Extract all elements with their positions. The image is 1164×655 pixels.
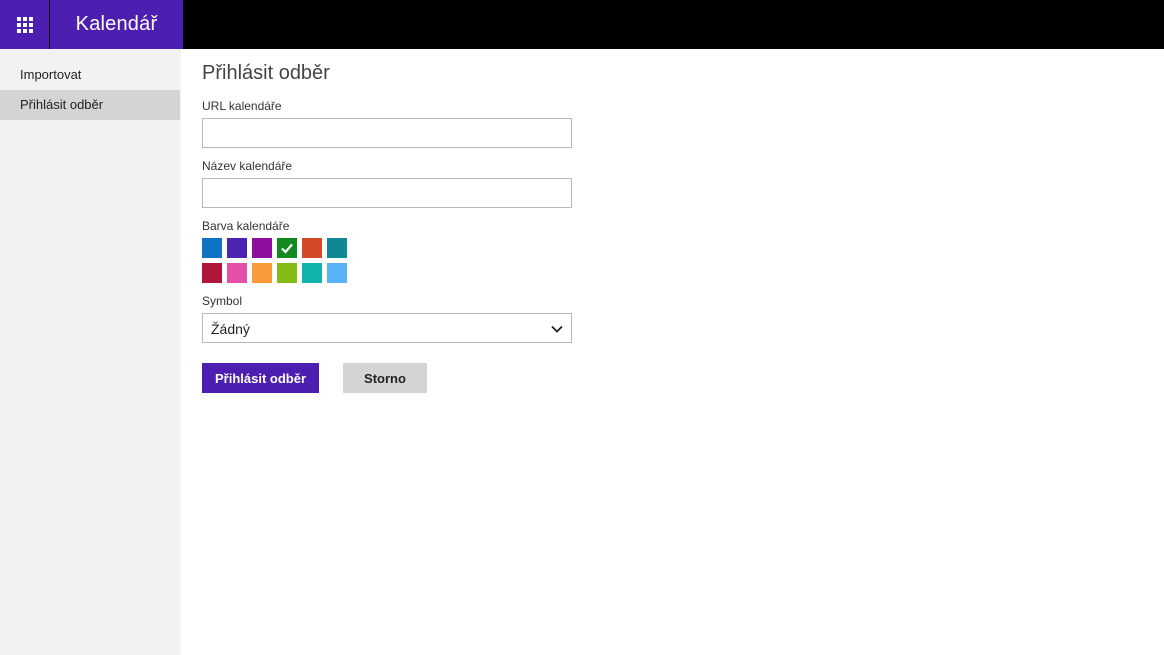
sidebar: Importovat Přihlásit odběr — [0, 49, 181, 655]
app-title: Kalendář — [75, 13, 158, 35]
color-swatch[interactable] — [252, 238, 272, 258]
subscribe-button[interactable]: Přihlásit odběr — [202, 363, 319, 393]
color-swatch[interactable] — [327, 263, 347, 283]
color-swatch[interactable] — [202, 263, 222, 283]
color-swatch[interactable] — [327, 238, 347, 258]
app-title-box[interactable]: Kalendář — [50, 0, 183, 49]
color-swatch[interactable] — [227, 263, 247, 283]
main-panel: Přihlásit odběr URL kalendáře Název kale… — [202, 49, 1142, 655]
page-title: Přihlásit odběr — [202, 62, 330, 84]
app-launcher-button[interactable] — [0, 0, 49, 49]
app-launcher-icon — [16, 16, 33, 33]
color-swatch[interactable] — [302, 263, 322, 283]
symbol-label: Symbol — [202, 294, 243, 308]
color-swatch[interactable] — [277, 238, 297, 258]
sidebar-item-import[interactable]: Importovat — [0, 60, 180, 90]
top-bar: Kalendář — [0, 0, 1164, 49]
symbol-selected-value: Žádný — [211, 321, 250, 337]
calendar-url-input[interactable] — [202, 118, 572, 148]
color-swatch[interactable] — [302, 238, 322, 258]
name-label: Název kalendáře — [202, 159, 293, 173]
url-label: URL kalendáře — [202, 99, 282, 113]
chevron-down-icon — [551, 325, 563, 333]
color-swatch[interactable] — [252, 263, 272, 283]
color-swatch[interactable] — [277, 263, 297, 283]
color-swatch[interactable] — [227, 238, 247, 258]
checkmark-icon — [281, 243, 293, 254]
cancel-button[interactable]: Storno — [343, 363, 427, 393]
color-label: Barva kalendáře — [202, 219, 290, 233]
calendar-name-input[interactable] — [202, 178, 572, 208]
symbol-dropdown[interactable]: Žádný — [202, 313, 572, 343]
color-swatch[interactable] — [202, 238, 222, 258]
sidebar-item-subscribe[interactable]: Přihlásit odběr — [0, 90, 180, 120]
